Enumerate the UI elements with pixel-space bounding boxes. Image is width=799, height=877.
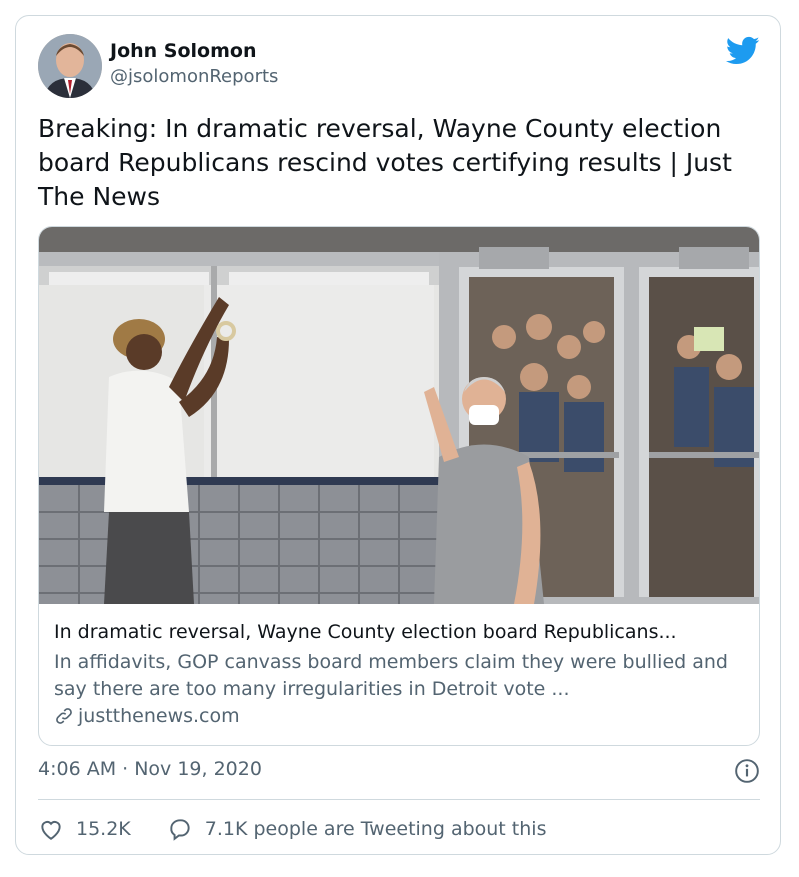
avatar-image: [38, 34, 102, 98]
info-icon[interactable]: [734, 758, 760, 784]
like-count: 15.2K: [76, 818, 131, 840]
link-title: In dramatic reversal, Wayne County elect…: [54, 621, 677, 643]
author-name[interactable]: John Solomon: [110, 40, 256, 62]
twitter-bird-icon[interactable]: [726, 36, 760, 66]
tweet-timestamp[interactable]: 4:06 AM · Nov 19, 2020: [38, 758, 262, 780]
tweet-actions: 15.2K 7.1K people are Tweeting about thi…: [38, 816, 582, 842]
tweeting-about-button[interactable]: 7.1K people are Tweeting about this: [167, 816, 547, 842]
link-description: In affidavits, GOP canvass board members…: [54, 651, 728, 700]
tweeting-about-text: 7.1K people are Tweeting about this: [204, 818, 547, 840]
link-icon: [56, 708, 72, 724]
heart-icon: [41, 821, 61, 840]
link-preview-image: [39, 227, 759, 604]
author-handle[interactable]: @jsolomonReports: [110, 66, 278, 87]
tweet-card: John Solomon @jsolomonReports Breaking: …: [15, 15, 781, 855]
avatar[interactable]: [38, 34, 102, 98]
link-domain-text: justthenews.com: [78, 705, 240, 727]
link-preview-card[interactable]: In dramatic reversal, Wayne County elect…: [38, 226, 760, 746]
link-domain: justthenews.com: [54, 705, 240, 727]
reply-bubble-icon: [170, 819, 190, 841]
like-button[interactable]: 15.2K: [38, 816, 131, 842]
divider: [38, 799, 760, 800]
tweet-text: Breaking: In dramatic reversal, Wayne Co…: [38, 114, 732, 211]
